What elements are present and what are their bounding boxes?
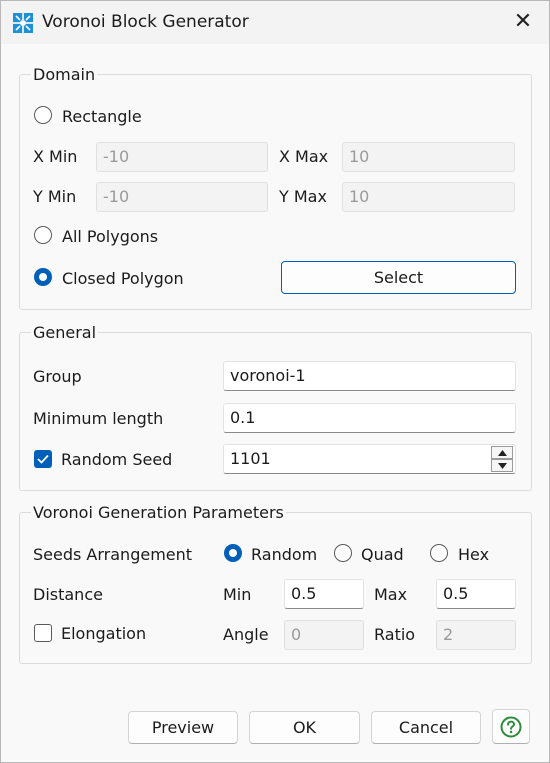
seeds-arrangement-label: Seeds Arrangement bbox=[33, 545, 193, 564]
general-group-title: General bbox=[31, 323, 99, 342]
close-icon[interactable]: ✕ bbox=[508, 8, 538, 36]
rectangle-label: Rectangle bbox=[62, 107, 142, 126]
ratio-label: Ratio bbox=[374, 625, 416, 644]
ymax-label: Y Max bbox=[279, 187, 327, 206]
help-button[interactable] bbox=[492, 709, 530, 744]
seed-random-radio[interactable] bbox=[224, 544, 242, 562]
angle-label: Angle bbox=[223, 625, 269, 644]
distance-min-field[interactable]: 0.5 bbox=[284, 579, 364, 609]
help-icon bbox=[500, 716, 522, 738]
window-title: Voronoi Block Generator bbox=[42, 12, 249, 32]
ymax-field[interactable]: 10 bbox=[342, 182, 515, 212]
elongation-label: Elongation bbox=[61, 624, 147, 643]
params-group-title: Voronoi Generation Parameters bbox=[31, 503, 286, 522]
select-button[interactable]: Select bbox=[281, 261, 516, 294]
closed-polygon-radio[interactable] bbox=[34, 268, 52, 286]
random-seed-field[interactable]: 1101 bbox=[223, 444, 516, 474]
xmax-label: X Max bbox=[279, 147, 329, 166]
min-length-field[interactable]: 0.1 bbox=[223, 403, 516, 433]
seed-random-label: Random bbox=[251, 545, 318, 564]
seed-hex-radio[interactable] bbox=[430, 544, 448, 562]
seed-quad-label: Quad bbox=[361, 545, 404, 564]
elongation-checkbox[interactable] bbox=[34, 624, 52, 642]
random-seed-label: Random Seed bbox=[61, 450, 173, 469]
preview-button[interactable]: Preview bbox=[128, 711, 238, 744]
xmax-field[interactable]: 10 bbox=[342, 142, 515, 172]
min-length-label: Minimum length bbox=[33, 409, 164, 428]
ratio-field[interactable]: 2 bbox=[436, 620, 516, 650]
domain-group-title: Domain bbox=[31, 65, 98, 84]
rectangle-radio[interactable] bbox=[34, 106, 52, 124]
xmin-label: X Min bbox=[33, 147, 78, 166]
group-label: Group bbox=[33, 367, 82, 386]
distance-min-label: Min bbox=[223, 585, 252, 604]
seed-hex-label: Hex bbox=[458, 545, 490, 564]
ymin-field[interactable]: -10 bbox=[96, 182, 268, 212]
closed-polygon-label: Closed Polygon bbox=[62, 269, 184, 288]
spin-down-button[interactable] bbox=[491, 459, 513, 472]
random-seed-checkbox[interactable] bbox=[34, 450, 52, 468]
all-polygons-label: All Polygons bbox=[62, 227, 159, 246]
cancel-button[interactable]: Cancel bbox=[371, 711, 481, 744]
distance-max-field[interactable]: 0.5 bbox=[436, 579, 516, 609]
xmin-field[interactable]: -10 bbox=[96, 142, 268, 172]
group-field[interactable]: voronoi-1 bbox=[223, 361, 516, 391]
distance-label: Distance bbox=[33, 585, 103, 604]
ok-button[interactable]: OK bbox=[249, 711, 360, 744]
seed-quad-radio[interactable] bbox=[334, 544, 352, 562]
all-polygons-radio[interactable] bbox=[34, 226, 52, 244]
voronoi-icon bbox=[12, 12, 34, 34]
ymin-label: Y Min bbox=[33, 187, 77, 206]
angle-field[interactable]: 0 bbox=[284, 620, 364, 650]
distance-max-label: Max bbox=[374, 585, 408, 604]
spin-up-button[interactable] bbox=[491, 446, 513, 459]
